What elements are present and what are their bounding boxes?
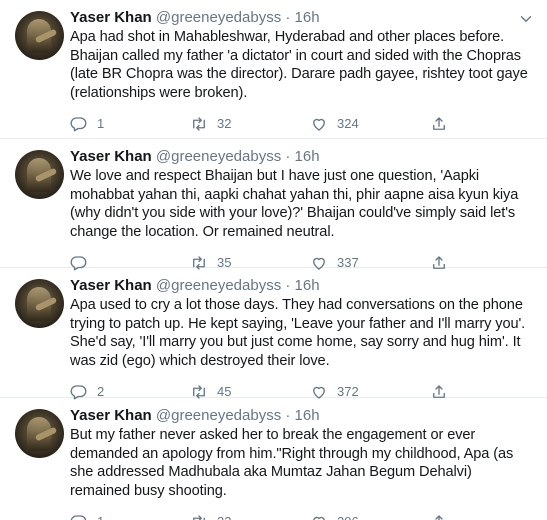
- tweet-actions: 1 32 296: [70, 512, 535, 520]
- share-icon: [435, 515, 443, 520]
- tweet-header: Yaser Khan @greeneyedabyss · 16h: [70, 406, 535, 425]
- separator-dot: ·: [285, 407, 291, 424]
- reply-count: 1: [97, 116, 105, 131]
- tweet[interactable]: Yaser Khan @greeneyedabyss · 16h Apa had…: [0, 0, 547, 139]
- reply-count: 1: [97, 513, 104, 520]
- tweet-text: Apa used to cry a lot those days. They h…: [70, 297, 526, 369]
- tweet-text: But my father never asked her to break t…: [70, 427, 514, 499]
- separator-dot: ·: [285, 277, 291, 294]
- author-handle[interactable]: @greeneyedabyss: [156, 148, 281, 165]
- tweet-actions: 1 32 324: [70, 114, 535, 134]
- tweet-text: We love and respect Bhaijan but I have j…: [70, 168, 519, 240]
- share-button[interactable]: [430, 114, 448, 134]
- tweet[interactable]: Yaser Khan @greeneyedabyss · 16h We love…: [0, 139, 547, 271]
- tweet-content: Yaser Khan @greeneyedabyss · 16h But my …: [70, 406, 535, 520]
- author-handle[interactable]: @greeneyedabyss: [156, 9, 281, 26]
- share-icon: [433, 117, 445, 130]
- reply-button[interactable]: 1: [70, 114, 104, 134]
- retweet-count: 32: [217, 513, 231, 520]
- author-handle[interactable]: @greeneyedabyss: [156, 277, 281, 294]
- heart-icon: [313, 516, 325, 520]
- timestamp[interactable]: 16h: [295, 407, 320, 424]
- separator-dot: ·: [285, 9, 291, 26]
- tweet-content: Yaser Khan @greeneyedabyss · 16h We love…: [70, 147, 535, 273]
- tweet-header: Yaser Khan @greeneyedabyss · 16h: [70, 8, 535, 27]
- like-count: 296: [337, 513, 359, 520]
- avatar[interactable]: [15, 279, 64, 328]
- author-name[interactable]: Yaser Khan: [70, 277, 152, 294]
- author-name[interactable]: Yaser Khan: [70, 9, 152, 26]
- separator-dot: ·: [285, 148, 291, 165]
- avatar[interactable]: [15, 150, 64, 199]
- tweet-text: Apa had shot in Mahableshwar, Hyderabad …: [70, 29, 528, 101]
- retweet-icon: [193, 515, 205, 520]
- avatar[interactable]: [15, 11, 64, 60]
- share-button[interactable]: [430, 512, 448, 520]
- timestamp[interactable]: 16h: [295, 277, 320, 294]
- reply-icon: [70, 515, 87, 520]
- retweet-count: 32: [217, 116, 232, 131]
- author-name[interactable]: Yaser Khan: [70, 407, 152, 424]
- timestamp[interactable]: 16h: [295, 148, 320, 165]
- like-button[interactable]: 296: [310, 512, 359, 520]
- retweet-button[interactable]: 32: [190, 114, 231, 134]
- like-count: 324: [337, 116, 359, 131]
- retweet-icon: [193, 117, 205, 131]
- tweet[interactable]: Yaser Khan @greeneyedabyss · 16h But my …: [0, 398, 547, 520]
- tweet-header: Yaser Khan @greeneyedabyss · 16h: [70, 147, 535, 166]
- like-button[interactable]: 324: [310, 114, 359, 134]
- reply-button[interactable]: 1: [70, 512, 104, 520]
- author-handle[interactable]: @greeneyedabyss: [156, 407, 281, 424]
- chevron-down-icon[interactable]: [517, 10, 535, 28]
- tweet[interactable]: Yaser Khan @greeneyedabyss · 16h Apa use…: [0, 268, 547, 400]
- author-name[interactable]: Yaser Khan: [70, 148, 152, 165]
- avatar[interactable]: [15, 409, 64, 458]
- reply-icon: [70, 117, 87, 132]
- tweet-content: Yaser Khan @greeneyedabyss · 16h Apa use…: [70, 276, 535, 402]
- tweet-thread: Yaser Khan @greeneyedabyss · 16h Apa had…: [0, 0, 547, 520]
- tweet-header: Yaser Khan @greeneyedabyss · 16h: [70, 276, 535, 295]
- tweet-content: Yaser Khan @greeneyedabyss · 16h Apa had…: [70, 8, 535, 134]
- retweet-button[interactable]: 32: [190, 512, 231, 520]
- timestamp[interactable]: 16h: [295, 9, 320, 26]
- heart-icon: [313, 118, 325, 131]
